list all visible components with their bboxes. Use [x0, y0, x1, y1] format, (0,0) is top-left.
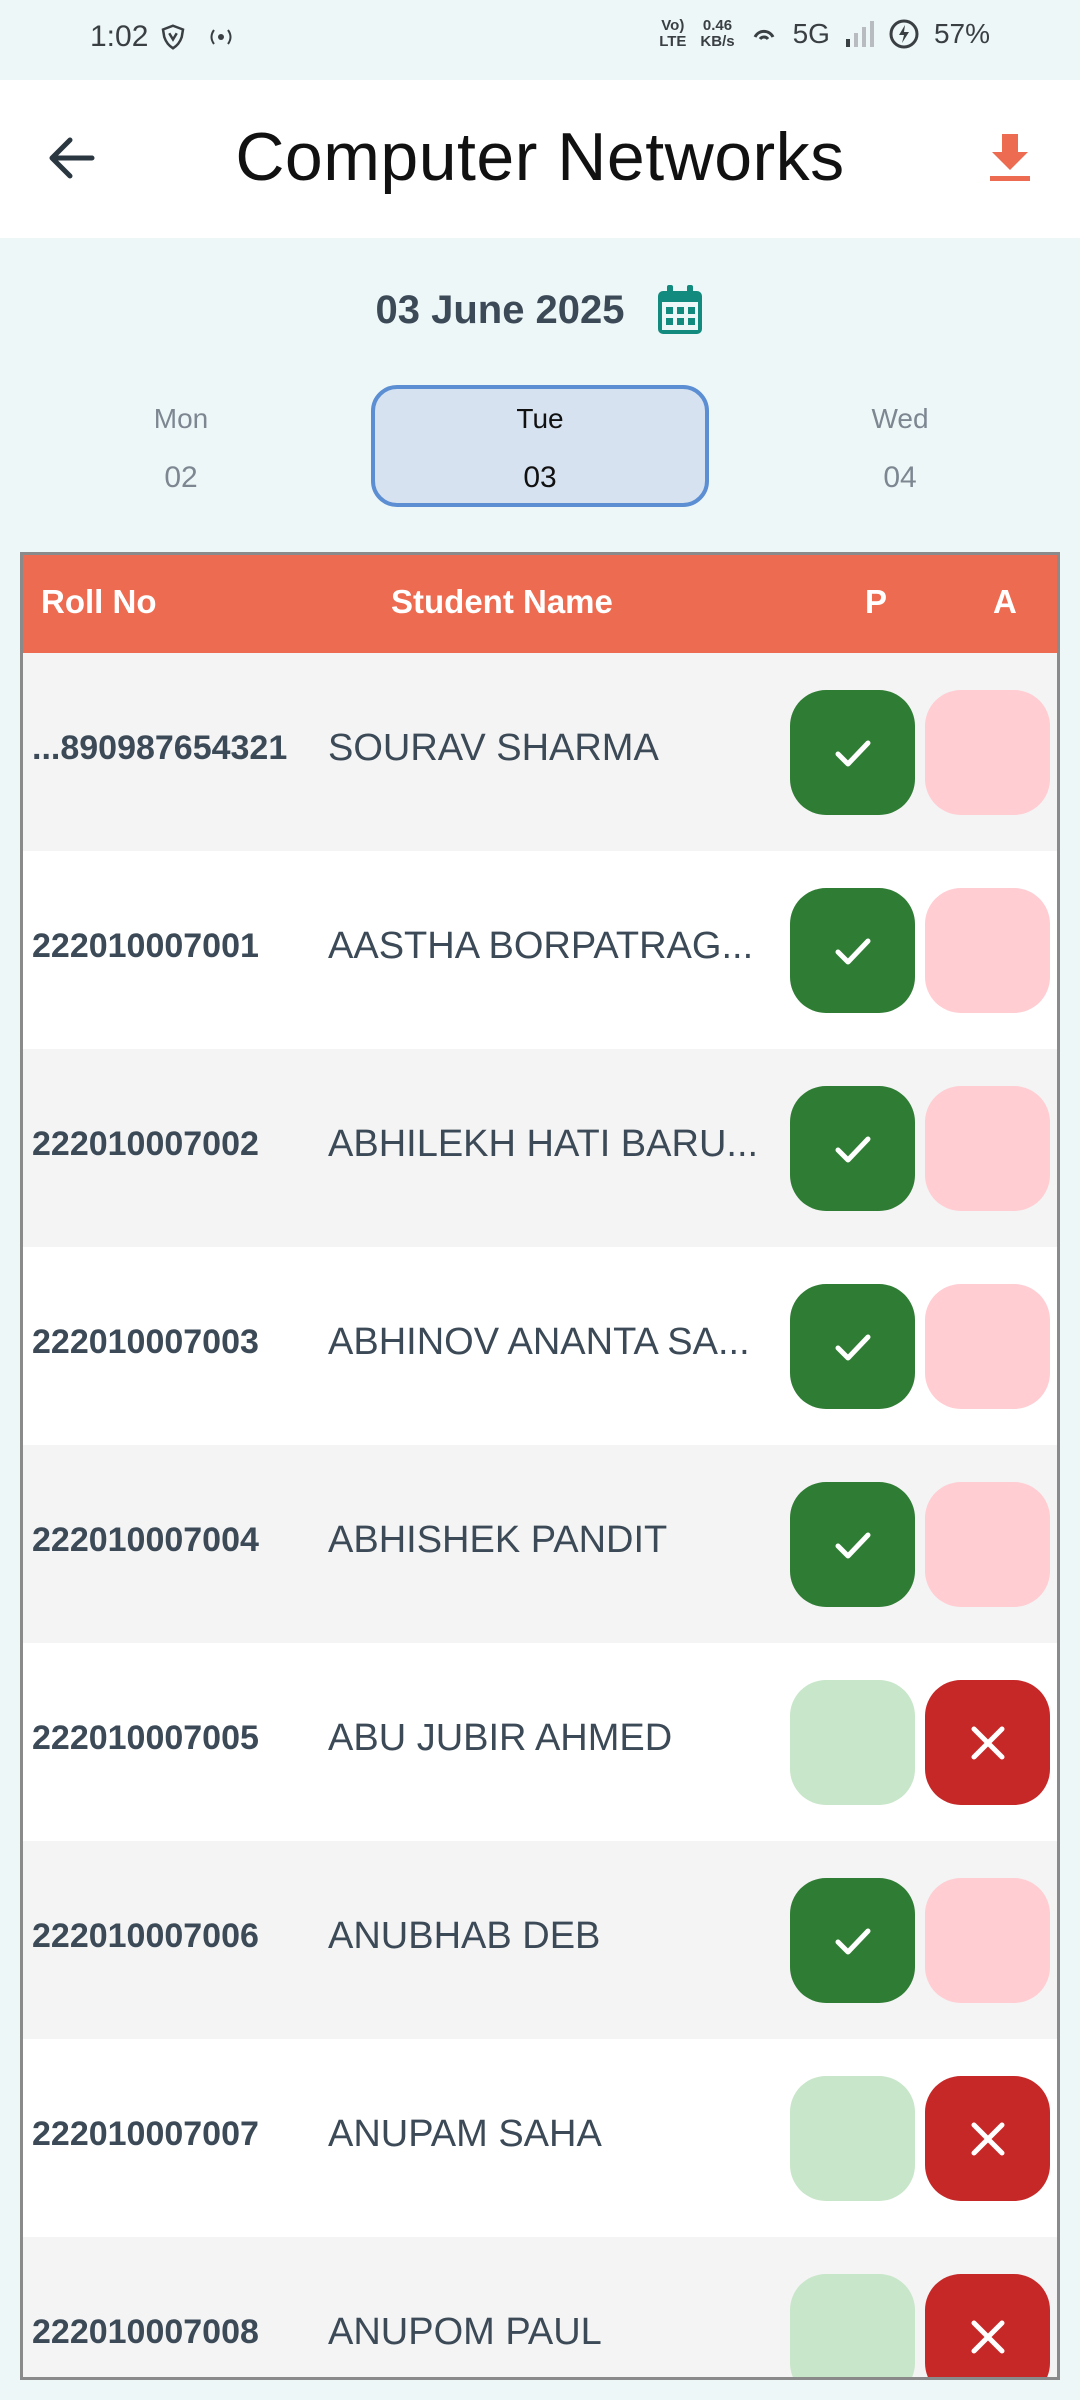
present-button[interactable] [790, 1878, 915, 2003]
signal-icon [845, 21, 874, 47]
table-row: ...890987654321 SOURAV SHARMA [23, 653, 1057, 851]
student-name: ANUPOM PAUL [328, 2311, 602, 2353]
check-icon [835, 938, 870, 964]
page-title: Computer Networks [235, 119, 845, 195]
roll-number: ...890987654321 [32, 729, 288, 767]
check-icon [835, 1136, 870, 1162]
present-button[interactable] [790, 1086, 915, 1211]
day-number: 04 [883, 461, 917, 494]
absent-button[interactable] [925, 2076, 1050, 2201]
network-type: 5G [792, 18, 830, 49]
table-row: 222010007008 ANUPOM PAUL [23, 2237, 1057, 2377]
app-header: Computer Networks [0, 80, 1080, 238]
date-picker: 03 June 2025 [0, 270, 1080, 350]
check-icon [835, 1532, 870, 1558]
table-row: 222010007004 ABHISHEK PANDIT [23, 1445, 1057, 1643]
net-speed-unit: KB/s [700, 33, 735, 50]
status-time: 1:02 [90, 20, 149, 53]
table-row: 222010007003 ABHINOV ANANTA SA... [23, 1247, 1057, 1445]
day-name: Tue [516, 403, 564, 434]
day-selector: Mon 02 Tue 03 Wed 04 [0, 385, 1080, 507]
net-speed-value: 0.46 [702, 17, 733, 34]
battery-charging-icon [889, 19, 919, 49]
roll-number: 222010007006 [32, 1917, 259, 1955]
close-icon [971, 2320, 1004, 2353]
wifi-calling-icon [753, 29, 774, 41]
present-button[interactable] [790, 2274, 915, 2377]
student-name: AASTHA BORPATRAG... [328, 925, 754, 967]
absent-button[interactable] [925, 1878, 1050, 2003]
roll-number: 222010007005 [32, 1719, 259, 1757]
absent-button[interactable] [925, 1680, 1050, 1805]
present-button[interactable] [790, 888, 915, 1013]
roll-number: 222010007001 [32, 927, 259, 965]
selected-date: 03 June 2025 [375, 287, 625, 332]
day-name: Wed [871, 403, 929, 434]
student-name: ABHILEKH HATI BARU... [328, 1123, 759, 1165]
table-header: Roll No Student Name P A [23, 555, 1057, 653]
roll-number: 222010007003 [32, 1323, 259, 1361]
table-row: 222010007006 ANUBHAB DEB [23, 1841, 1057, 2039]
present-button[interactable] [790, 690, 915, 815]
table-body: ...890987654321 SOURAV SHARMA 222010007001… [23, 653, 1057, 2377]
header-student-name: Student Name [391, 583, 613, 620]
roll-number: 222010007007 [32, 2115, 259, 2153]
volte-label: Vo) LTE [659, 17, 687, 50]
header-roll-no: Roll No [41, 583, 157, 620]
roll-number: 222010007008 [32, 2313, 259, 2351]
status-left-icons [158, 22, 238, 52]
day-number: 03 [523, 461, 557, 494]
student-name: ANUBHAB DEB [328, 1915, 601, 1957]
student-name: SOURAV SHARMA [328, 727, 659, 769]
day-number: 02 [164, 461, 198, 494]
header-absent: A [993, 583, 1017, 620]
close-icon [971, 1726, 1004, 1759]
absent-button[interactable] [925, 690, 1050, 815]
present-button[interactable] [790, 1680, 915, 1805]
calendar-icon[interactable] [655, 283, 705, 337]
day-tue[interactable]: Tue 03 [371, 385, 709, 507]
absent-button[interactable] [925, 1086, 1050, 1211]
net-speed: 0.46 KB/s [700, 18, 734, 50]
table-row: 222010007002 ABHILEKH HATI BARU... [23, 1049, 1057, 1247]
absent-button[interactable] [925, 1284, 1050, 1409]
absent-button[interactable] [925, 1482, 1050, 1607]
day-name: Mon [153, 403, 209, 434]
day-wed[interactable]: Wed 04 [731, 385, 1069, 507]
check-icon [835, 740, 870, 766]
present-button[interactable] [790, 2076, 915, 2201]
absent-button[interactable] [925, 2274, 1050, 2377]
download-icon[interactable] [980, 128, 1040, 188]
check-icon [835, 1334, 870, 1360]
day-mon[interactable]: Mon 02 [12, 385, 350, 507]
status-bar: 1:02 Vo) LTE 0.46 KB/s 5G 57% [0, 0, 1080, 80]
header-present: P [865, 583, 888, 620]
hotspot-icon [210, 29, 232, 45]
roll-number: 222010007002 [32, 1125, 259, 1163]
vpn-shield-icon [161, 24, 185, 50]
table-row: 222010007007 ANUPAM SAHA [23, 2039, 1057, 2237]
status-right: Vo) LTE 0.46 KB/s 5G 57% [659, 18, 990, 50]
close-icon [971, 2122, 1004, 2155]
present-button[interactable] [790, 1284, 915, 1409]
table-row: 222010007001 AASTHA BORPATRAG... [23, 851, 1057, 1049]
table-row: 222010007005 ABU JUBIR AHMED [23, 1643, 1057, 1841]
student-name: ANUPAM SAHA [328, 2113, 602, 2155]
student-name: ABHINOV ANANTA SA... [328, 1321, 750, 1363]
absent-button[interactable] [925, 888, 1050, 1013]
roll-number: 222010007004 [32, 1521, 259, 1559]
student-name: ABU JUBIR AHMED [328, 1717, 673, 1759]
student-name: ABHISHEK PANDIT [328, 1519, 668, 1561]
present-button[interactable] [790, 1482, 915, 1607]
battery-percent: 57% [933, 18, 990, 49]
check-icon [835, 1928, 870, 1954]
attendance-table: Roll No Student Name P A ...890987654321… [20, 552, 1060, 2380]
